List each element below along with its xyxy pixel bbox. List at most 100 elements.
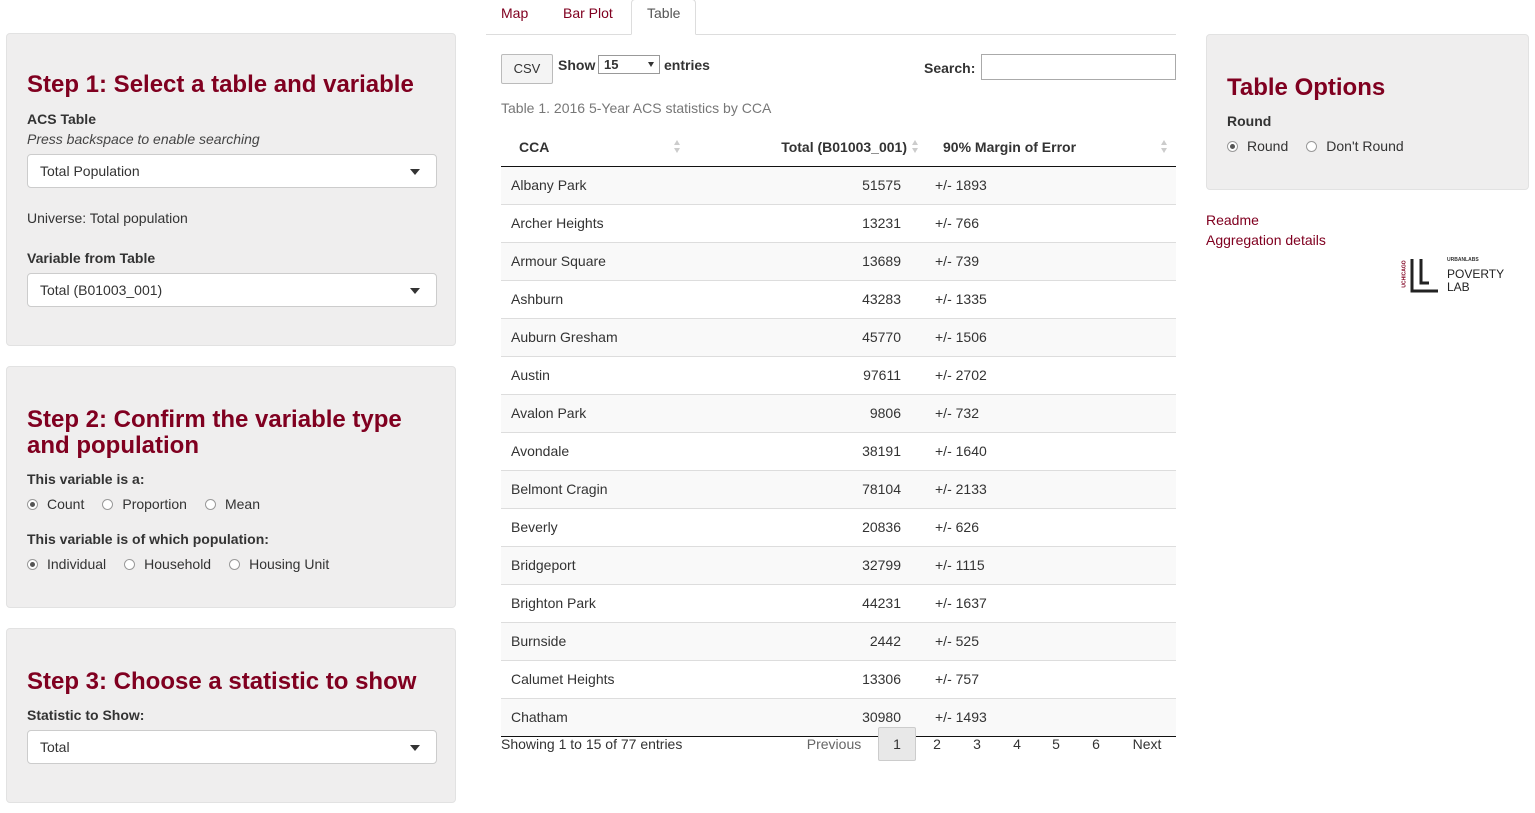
table-options-title: Table Options [1227,74,1386,101]
cell-total: 20836 [691,507,921,546]
column-header-moe[interactable]: 90% Margin of Error [921,128,1176,167]
radio-round[interactable]: Round [1227,138,1288,154]
radio-dont-round[interactable]: Don't Round [1306,138,1404,154]
cell-cca: Bridgeport [501,545,691,584]
radio-mean[interactable]: Mean [204,496,260,512]
cell-total: 9806 [691,393,921,432]
universe-text: Universe: Total population [27,210,188,226]
radio-proportion[interactable]: Proportion [102,496,187,512]
column-header-label: CCA [519,138,550,155]
pagination-page-5[interactable]: 5 [1037,727,1075,761]
sort-icon [1161,140,1168,154]
radio-circle[interactable] [1227,140,1238,152]
column-header-label: 90% Margin of Error [943,138,1077,155]
table-row: Ashburn 43283 +/- 1335 [501,279,1176,318]
logo-line1: POVERTY [1447,267,1505,281]
logo-mark-icon [1410,259,1438,293]
radio-circle[interactable] [27,498,38,510]
pagination-page-2[interactable]: 2 [918,727,956,761]
column-header-total[interactable]: Total (B01003_001) [691,128,921,167]
population-label: This variable is of which population: [27,531,269,547]
cell-moe: +/- 2133 [921,469,1176,508]
acs-table-select[interactable]: Total Population [27,154,437,188]
cell-cca: Albany Park [501,166,691,204]
round-radios: Round Don't Round [1227,138,1422,154]
entries-value: 15 [604,57,619,72]
tab-map[interactable]: Map [501,0,528,34]
radio-household[interactable]: Household [124,556,211,572]
readme-link[interactable]: Readme [1206,212,1259,228]
chevron-down-icon [410,745,420,751]
chevron-down-icon [410,288,420,294]
radio-circle[interactable] [102,498,114,510]
radio-label: Count [47,496,85,512]
statistic-select[interactable]: Total [27,730,437,764]
table-header-row: CCA Total (B01003_001) 90% Margin of Err… [501,128,1176,167]
table-options-panel: Table Options Round Round Don't Round [1206,34,1529,190]
table-row: Auburn Gresham 45770 +/- 1506 [501,317,1176,356]
cell-cca: Ashburn [501,279,691,318]
cell-moe: +/- 1115 [921,545,1176,584]
variable-select[interactable]: Total (B01003_001) [27,273,437,307]
cell-moe: +/- 1640 [921,431,1176,470]
radio-circle[interactable] [124,558,136,570]
column-header-cca[interactable]: CCA [501,128,691,167]
tab-bar: Map Bar Plot Table [486,0,1176,35]
pagination-page-6[interactable]: 6 [1077,727,1115,761]
population-radios: Individual Household Housing Unit [27,556,347,572]
step3-title: Step 3: Choose a statistic to show [27,668,417,695]
tab-table[interactable]: Table [631,0,697,35]
aggregation-details-link[interactable]: Aggregation details [1206,232,1326,248]
table-row: Austin 97611 +/- 2702 [501,355,1176,394]
radio-label: Don't Round [1326,138,1404,154]
cell-total: 13689 [691,241,921,280]
radio-count[interactable]: Count [27,496,84,512]
pagination-page-3[interactable]: 3 [958,727,996,761]
radio-label: Individual [47,556,107,572]
pagination-page-4[interactable]: 4 [998,727,1036,761]
pagination-previous[interactable]: Previous [800,727,868,761]
cell-moe: +/- 1506 [921,317,1176,356]
cell-cca: Brighton Park [501,583,691,622]
sort-icon [674,140,681,154]
cell-moe: +/- 732 [921,393,1176,432]
cell-cca: Archer Heights [501,203,691,242]
variable-value: Total (B01003_001) [40,282,163,298]
cell-moe: +/- 1893 [921,166,1176,204]
radio-label: Household [144,556,212,572]
radio-circle[interactable] [229,558,241,570]
round-label: Round [1227,113,1272,129]
cell-total: 44231 [691,583,921,622]
pagination-page-1[interactable]: 1 [878,727,916,761]
cell-moe: +/- 766 [921,203,1176,242]
cell-cca: Avondale [501,431,691,470]
chevron-down-icon [410,169,420,175]
radio-individual[interactable]: Individual [27,556,106,572]
radio-housing-unit[interactable]: Housing Unit [229,556,329,572]
radio-label: Proportion [122,496,187,512]
tab-bar-plot[interactable]: Bar Plot [563,0,613,34]
table-row: Brighton Park 44231 +/- 1637 [501,583,1176,622]
radio-circle[interactable] [27,558,38,570]
pagination-next[interactable]: Next [1124,727,1170,761]
show-label: Show [558,57,596,73]
entries-label: entries [664,57,710,73]
dropdown-arrow-icon [648,62,654,67]
table-caption: Table 1. 2016 5-Year ACS statistics by C… [501,100,772,116]
cell-moe: +/- 739 [921,241,1176,280]
cell-cca: Auburn Gresham [501,317,691,356]
logo-side-text: UCHICAGO [1401,260,1408,288]
entries-select[interactable]: 15 [598,55,660,74]
cell-total: 13306 [691,659,921,698]
search-input[interactable] [981,54,1176,80]
logo-top-text: URBANLABS [1447,257,1479,263]
cell-cca: Armour Square [501,241,691,280]
radio-circle[interactable] [1306,140,1318,152]
cell-moe: +/- 1335 [921,279,1176,318]
csv-button[interactable]: CSV [501,54,553,84]
cell-total: 2442 [691,621,921,660]
cell-cca: Belmont Cragin [501,469,691,508]
cell-total: 32799 [691,545,921,584]
variable-type-radios: Count Proportion Mean [27,496,278,512]
radio-circle[interactable] [204,498,216,510]
